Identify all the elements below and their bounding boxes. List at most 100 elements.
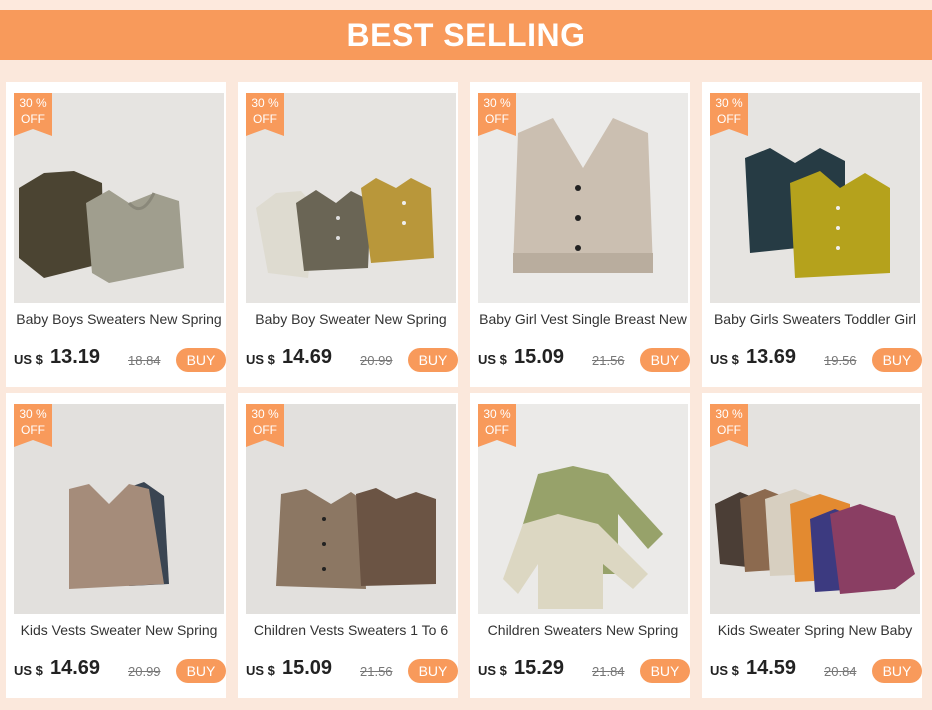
product-title[interactable]: Baby Girls Sweaters Toddler Girl xyxy=(710,311,920,331)
product-image[interactable]: 30 % OFF xyxy=(14,404,224,614)
buy-button[interactable]: BUY xyxy=(408,659,458,683)
original-price: 21.56 xyxy=(360,664,393,679)
discount-off: OFF xyxy=(485,423,509,437)
sale-price: 15.09 xyxy=(282,657,333,679)
discount-off: OFF xyxy=(21,423,45,437)
discount-off: OFF xyxy=(485,112,509,126)
product-card[interactable]: 30 % OFF Baby Boy Sweater New Spring US … xyxy=(238,82,458,387)
currency-label: US $ xyxy=(246,663,275,678)
product-card[interactable]: 30 % OFF Baby Girls Sweaters Toddler Gir… xyxy=(702,82,922,387)
discount-percent: 30 % xyxy=(19,96,47,110)
price-row: US $ 15.09 21.56 BUY xyxy=(246,657,458,685)
discount-off: OFF xyxy=(253,423,277,437)
top-strip xyxy=(0,0,932,10)
badge-notch xyxy=(246,129,284,136)
currency-label: US $ xyxy=(710,663,739,678)
product-grid: 30 % OFF Baby Boys Sweaters New Spring U… xyxy=(6,82,930,702)
product-image[interactable]: 30 % OFF xyxy=(246,404,456,614)
product-title[interactable]: Baby Girl Vest Single Breast New xyxy=(478,311,688,331)
product-card[interactable]: 30 % OFF Kids Sweater Spring New Baby US… xyxy=(702,393,922,698)
price-row: US $ 14.69 20.99 BUY xyxy=(246,346,458,374)
discount-badge: 30 % OFF xyxy=(710,93,748,129)
product-image[interactable]: 30 % OFF xyxy=(478,404,688,614)
currency-label: US $ xyxy=(478,352,507,367)
discount-badge: 30 % OFF xyxy=(478,93,516,129)
product-image[interactable]: 30 % OFF xyxy=(710,404,920,614)
badge-notch xyxy=(14,129,52,136)
currency-label: US $ xyxy=(14,663,43,678)
badge-notch xyxy=(478,129,516,136)
discount-badge: 30 % OFF xyxy=(14,93,52,129)
best-selling-banner: BEST SELLING xyxy=(0,10,932,60)
original-price: 19.56 xyxy=(824,353,857,368)
currency-label: US $ xyxy=(710,352,739,367)
price-row: US $ 13.69 19.56 BUY xyxy=(710,346,922,374)
discount-badge: 30 % OFF xyxy=(246,404,284,440)
sale-price: 13.69 xyxy=(746,346,797,368)
sale-price: 14.69 xyxy=(282,346,333,368)
product-card[interactable]: 30 % OFF Kids Vests Sweater New Spring U… xyxy=(6,393,226,698)
sale-price: 15.29 xyxy=(514,657,565,679)
discount-percent: 30 % xyxy=(251,96,279,110)
badge-notch xyxy=(14,440,52,447)
product-title[interactable]: Children Vests Sweaters 1 To 6 xyxy=(246,622,456,642)
product-card[interactable]: 30 % OFF Children Vests Sweaters 1 To 6 … xyxy=(238,393,458,698)
sale-price: 15.09 xyxy=(514,346,565,368)
sale-price: 13.19 xyxy=(50,346,101,368)
product-image[interactable]: 30 % OFF xyxy=(14,93,224,303)
discount-badge: 30 % OFF xyxy=(246,93,284,129)
discount-percent: 30 % xyxy=(715,96,743,110)
price-row: US $ 14.59 20.84 BUY xyxy=(710,657,922,685)
buy-button[interactable]: BUY xyxy=(408,348,458,372)
original-price: 20.99 xyxy=(360,353,393,368)
badge-notch xyxy=(710,440,748,447)
badge-notch xyxy=(710,129,748,136)
buy-button[interactable]: BUY xyxy=(176,659,226,683)
original-price: 21.84 xyxy=(592,664,625,679)
product-title[interactable]: Baby Boys Sweaters New Spring xyxy=(14,311,224,331)
product-card[interactable]: 30 % OFF Children Sweaters New Spring US… xyxy=(470,393,690,698)
buy-button[interactable]: BUY xyxy=(640,659,690,683)
original-price: 18.84 xyxy=(128,353,161,368)
product-card[interactable]: 30 % OFF Baby Boys Sweaters New Spring U… xyxy=(6,82,226,387)
discount-badge: 30 % OFF xyxy=(710,404,748,440)
discount-percent: 30 % xyxy=(19,407,47,421)
product-card[interactable]: 30 % OFF Baby Girl Vest Single Breast Ne… xyxy=(470,82,690,387)
buy-button[interactable]: BUY xyxy=(872,659,922,683)
original-price: 20.84 xyxy=(824,664,857,679)
discount-percent: 30 % xyxy=(483,407,511,421)
discount-off: OFF xyxy=(717,112,741,126)
product-image[interactable]: 30 % OFF xyxy=(710,93,920,303)
sale-price: 14.69 xyxy=(50,657,101,679)
price-row: US $ 13.19 18.84 BUY xyxy=(14,346,226,374)
discount-off: OFF xyxy=(253,112,277,126)
badge-notch xyxy=(478,440,516,447)
price-row: US $ 15.29 21.84 BUY xyxy=(478,657,690,685)
product-title[interactable]: Kids Sweater Spring New Baby xyxy=(710,622,920,642)
buy-button[interactable]: BUY xyxy=(176,348,226,372)
discount-badge: 30 % OFF xyxy=(478,404,516,440)
price-row: US $ 14.69 20.99 BUY xyxy=(14,657,226,685)
discount-percent: 30 % xyxy=(483,96,511,110)
product-image[interactable]: 30 % OFF xyxy=(478,93,688,303)
currency-label: US $ xyxy=(246,352,275,367)
discount-off: OFF xyxy=(717,423,741,437)
discount-percent: 30 % xyxy=(251,407,279,421)
sale-price: 14.59 xyxy=(746,657,797,679)
discount-badge: 30 % OFF xyxy=(14,404,52,440)
currency-label: US $ xyxy=(14,352,43,367)
banner-title: BEST SELLING xyxy=(346,16,586,53)
discount-off: OFF xyxy=(21,112,45,126)
product-title[interactable]: Kids Vests Sweater New Spring xyxy=(14,622,224,642)
buy-button[interactable]: BUY xyxy=(872,348,922,372)
product-title[interactable]: Children Sweaters New Spring xyxy=(478,622,688,642)
product-image[interactable]: 30 % OFF xyxy=(246,93,456,303)
currency-label: US $ xyxy=(478,663,507,678)
buy-button[interactable]: BUY xyxy=(640,348,690,372)
discount-percent: 30 % xyxy=(715,407,743,421)
original-price: 20.99 xyxy=(128,664,161,679)
price-row: US $ 15.09 21.56 BUY xyxy=(478,346,690,374)
badge-notch xyxy=(246,440,284,447)
product-title[interactable]: Baby Boy Sweater New Spring xyxy=(246,311,456,331)
original-price: 21.56 xyxy=(592,353,625,368)
